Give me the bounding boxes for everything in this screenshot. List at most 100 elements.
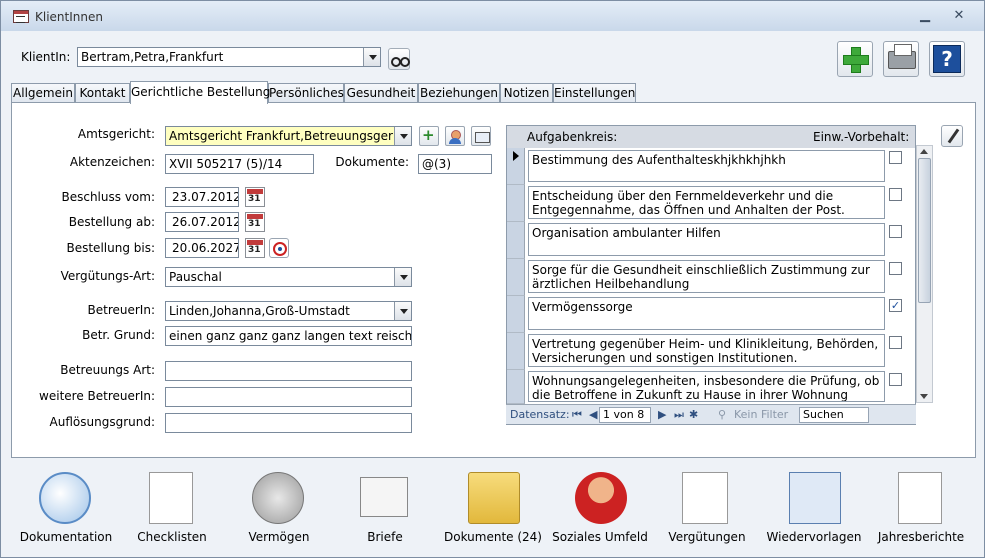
new-record-icon[interactable]: ✱ — [689, 408, 698, 421]
edit-pen-icon[interactable] — [941, 125, 963, 147]
next-record-icon[interactable]: ▶ — [658, 408, 666, 421]
aufgabe-row[interactable]: Wohnungsangelegenheiten, insbesondere di… — [528, 371, 885, 402]
aufgabe-row[interactable]: Sorge für die Gesundheit einschließlich … — [528, 260, 885, 293]
no-filter-label[interactable]: Kein Filter — [734, 408, 788, 421]
record-selector[interactable] — [507, 185, 525, 222]
briefe-button[interactable]: Briefe — [330, 463, 440, 549]
tab-beziehungen[interactable]: Beziehungen — [418, 83, 500, 103]
tab-allgemein[interactable]: Allgemein — [11, 83, 75, 103]
soziales-umfeld-button[interactable]: Soziales Umfeld — [545, 463, 655, 549]
binoculars-search-icon[interactable] — [388, 48, 410, 70]
vermoegen-button[interactable]: Vermögen — [224, 463, 334, 549]
address-card-icon[interactable] — [471, 126, 491, 146]
record-selector[interactable] — [507, 222, 525, 259]
add-court-button[interactable] — [419, 126, 439, 146]
aufgabe-row[interactable]: Entscheidung über den Fernmeldeverkehr u… — [528, 186, 885, 219]
letter-icon — [360, 477, 408, 517]
checklisten-button[interactable]: Checklisten — [117, 463, 227, 549]
add-client-button[interactable] — [837, 41, 873, 77]
record-number[interactable]: 1 von 8 — [599, 407, 651, 423]
aufgabe-row[interactable]: Bestimmung des Aufenthalteskhjkhkhjhkh — [528, 150, 885, 182]
verguetungen-button[interactable]: Vergütungen — [652, 463, 762, 549]
wiedervorlagen-button[interactable]: Wiedervorlagen — [759, 463, 869, 549]
amtsgericht-select[interactable]: Amtsgericht Frankfurt,Betreuungsgericht — [165, 126, 412, 146]
betreuer-value: Linden,Johanna,Groß-Umstadt — [169, 304, 350, 318]
betreuungs-art-field[interactable] — [165, 361, 412, 381]
verguetungen-label: Vergütungen — [668, 530, 746, 544]
chevron-down-icon[interactable] — [394, 268, 411, 286]
aufgabe-row[interactable]: Vertretung gegenüber Heim- und Kliniklei… — [528, 334, 885, 367]
chevron-down-icon[interactable] — [394, 127, 411, 145]
search-input[interactable]: Suchen — [799, 407, 869, 423]
filter-icon[interactable]: ⚲ — [718, 408, 726, 421]
chevron-down-icon[interactable] — [363, 48, 380, 66]
record-selector[interactable] — [507, 370, 525, 404]
first-record-icon[interactable]: ⏮ — [572, 408, 582, 422]
calendar-day: 31 — [248, 219, 261, 229]
aufgabe-row[interactable]: Vermögenssorge — [528, 297, 885, 330]
aufloesung-field[interactable] — [165, 413, 412, 433]
minimize-button[interactable]: ▁ — [915, 7, 935, 25]
verguetung-select[interactable]: Pauschal — [165, 267, 412, 287]
tab-gerichtliche-bestellung[interactable]: Gerichtliche Bestellung — [130, 81, 270, 104]
scroll-down-icon[interactable] — [920, 394, 928, 399]
betreuer-select[interactable]: Linden,Johanna,Groß-Umstadt — [165, 301, 412, 321]
client-label: KlientIn: — [21, 50, 71, 64]
amtsgericht-value: Amtsgericht Frankfurt,Betreuungsgericht — [169, 129, 412, 143]
calendar-icon[interactable]: 31 — [245, 212, 265, 232]
tab-persoenliches[interactable]: Persönliches — [268, 83, 344, 103]
checklist-icon — [149, 472, 193, 524]
vorbehalt-checkbox-checked[interactable]: ✓ — [889, 299, 902, 312]
calendar-icon[interactable]: 31 — [245, 187, 265, 207]
last-record-icon[interactable]: ⏭ — [674, 408, 684, 422]
vorbehalt-checkbox[interactable] — [889, 188, 902, 201]
grund-field[interactable]: einen ganz ganz ganz langen text reischr… — [165, 326, 412, 346]
record-selector[interactable] — [507, 333, 525, 370]
dokumente-field[interactable]: @(3) — [418, 154, 492, 174]
subform-header: Aufgabenkreis: Einw.-Vorbehalt: — [507, 126, 915, 148]
scroll-up-icon[interactable] — [920, 149, 928, 154]
contact-person-icon[interactable] — [445, 126, 465, 146]
prev-record-icon[interactable]: ◀ — [589, 408, 597, 421]
calendar-icon[interactable]: 31 — [245, 238, 265, 258]
record-selector[interactable] — [507, 259, 525, 296]
weitere-betreuer-label: weitere BetreuerIn: — [39, 389, 155, 403]
close-button[interactable]: ✕ — [949, 7, 969, 25]
aktenzeichen-field[interactable]: XVII 505217 (5)/14 — [165, 154, 314, 174]
jahresberichte-label: Jahresberichte — [877, 530, 965, 544]
beschluss-field[interactable]: 23.07.2012 — [165, 187, 239, 207]
report-icon — [898, 472, 942, 524]
dokumente-button[interactable]: Dokumente (24) — [438, 463, 548, 549]
aufgabe-row[interactable]: Organisation ambulanter Hilfen — [528, 223, 885, 256]
vorbehalt-checkbox[interactable] — [889, 336, 902, 349]
record-selector[interactable] — [507, 296, 525, 333]
bestellung-ab-label: Bestellung ab: — [68, 215, 155, 229]
jahresberichte-button[interactable]: Jahresberichte — [866, 463, 976, 549]
tab-notizen[interactable]: Notizen — [500, 83, 553, 103]
form-icon — [13, 10, 29, 23]
bestellung-ab-field[interactable]: 26.07.2012 — [165, 212, 239, 232]
vorbehalt-checkbox[interactable] — [889, 151, 902, 164]
tab-gesundheit[interactable]: Gesundheit — [344, 83, 418, 103]
vorbehalt-checkbox[interactable] — [889, 225, 902, 238]
scroll-thumb[interactable] — [918, 158, 931, 303]
subform-scrollbar[interactable] — [916, 145, 933, 403]
dokumente-label: Dokumente: — [335, 155, 409, 169]
vorbehalt-checkbox[interactable] — [889, 373, 902, 386]
reminder-icon[interactable] — [269, 238, 289, 258]
client-value: Bertram,Petra,Frankfurt — [81, 50, 224, 64]
bestellung-bis-field[interactable]: 20.06.2027 — [165, 238, 239, 258]
weitere-betreuer-field[interactable] — [165, 387, 412, 407]
print-button[interactable] — [883, 41, 919, 77]
client-select[interactable]: Bertram,Petra,Frankfurt — [77, 47, 381, 67]
record-navigation: Datensatz: ⏮ ◀ 1 von 8 ▶ ⏭ ✱ ⚲ Kein Filt… — [506, 404, 916, 424]
dokumentation-button[interactable]: Dokumentation — [11, 463, 121, 549]
title-bar: KlientInnen ▁ ✕ — [1, 1, 984, 31]
chevron-down-icon[interactable] — [394, 302, 411, 320]
tab-kontakt[interactable]: Kontakt — [75, 83, 130, 103]
help-button[interactable]: ? — [929, 41, 965, 77]
coins-icon — [252, 472, 304, 524]
record-selector[interactable] — [507, 148, 525, 185]
vorbehalt-checkbox[interactable] — [889, 262, 902, 275]
tab-einstellungen[interactable]: Einstellungen — [553, 83, 636, 103]
